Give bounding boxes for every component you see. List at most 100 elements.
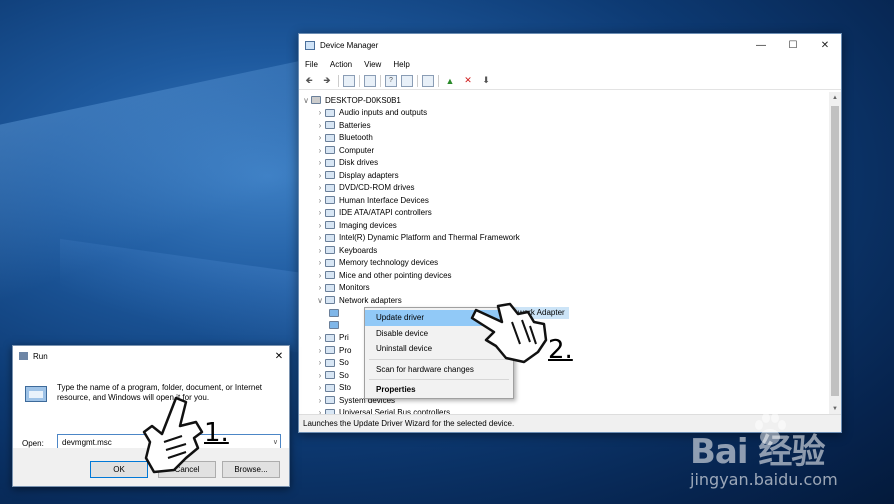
device-category-icon (325, 121, 335, 130)
step-two-label: 2. (548, 335, 573, 365)
maximize-button[interactable]: ☐ (777, 34, 809, 56)
menu-properties[interactable]: Properties (365, 382, 513, 398)
tree-category-label: Keyboards (339, 245, 378, 255)
run-close-button[interactable]: ✕ (269, 351, 289, 362)
menu-action[interactable]: Action (330, 60, 352, 69)
tree-category[interactable]: › So (315, 357, 349, 370)
expand-chevron-icon[interactable]: › (315, 196, 325, 205)
device-category-icon (325, 183, 335, 192)
device-category-icon (325, 108, 335, 117)
tree-category[interactable]: › DVD/CD-ROM drives (315, 182, 415, 195)
vertical-scrollbar[interactable]: ▲ ▼ (829, 92, 841, 415)
tree-category-label: Intel(R) Dynamic Platform and Thermal Fr… (339, 233, 520, 243)
tree-category[interactable]: ∨ Network adapters (315, 294, 402, 307)
collapse-chevron-icon[interactable]: ∨ (315, 296, 325, 305)
window-title: Device Manager (320, 40, 379, 50)
tree-category[interactable]: › Bluetooth (315, 132, 373, 145)
device-category-icon (325, 396, 335, 405)
tree-category[interactable]: › Pri (315, 332, 349, 345)
expand-chevron-icon[interactable]: › (315, 221, 325, 230)
menu-help[interactable]: Help (393, 60, 409, 69)
tree-category[interactable]: › So (315, 369, 349, 382)
minimize-button[interactable]: — (745, 34, 777, 56)
tree-category-label: Mice and other pointing devices (339, 270, 452, 280)
title-bar[interactable]: Device Manager — ☐ ✕ (299, 34, 841, 56)
tree-category[interactable]: › Sto (315, 382, 351, 395)
tree-category[interactable]: › Display adapters (315, 169, 399, 182)
device-category-icon (325, 246, 335, 255)
tree-category-label: Imaging devices (339, 220, 397, 230)
uninstall-x-icon[interactable]: ✕ (461, 74, 475, 88)
expand-chevron-icon[interactable]: › (315, 371, 325, 380)
browse-button[interactable]: Browse... (222, 461, 280, 478)
tree-category[interactable]: › Imaging devices (315, 219, 397, 232)
expand-chevron-icon[interactable]: › (315, 383, 325, 392)
network-adapter-icon (329, 321, 339, 330)
view-icon[interactable] (401, 74, 413, 87)
tree-category-label: Sto (339, 383, 352, 393)
tree-category[interactable]: › Pro (315, 344, 352, 357)
expand-chevron-icon[interactable]: › (315, 396, 325, 405)
network-adapter-item[interactable] (329, 319, 343, 332)
show-hide-tree-icon[interactable] (343, 74, 355, 87)
properties-icon[interactable] (364, 74, 376, 87)
tree-category[interactable]: › Disk drives (315, 157, 378, 170)
enable-device-icon[interactable]: ⬇ (479, 74, 493, 88)
tree-category[interactable]: › Audio inputs and outputs (315, 107, 427, 120)
tree-category[interactable]: › Monitors (315, 282, 370, 295)
step-one-label: 1. (204, 418, 229, 448)
menu-separator (369, 379, 509, 380)
scan-monitor-icon[interactable] (422, 74, 434, 87)
expand-chevron-icon[interactable]: › (315, 271, 325, 280)
tree-root-label: DESKTOP-D0KS0B1 (325, 95, 401, 105)
help-icon[interactable]: ? (385, 74, 397, 87)
scroll-up-icon[interactable]: ▲ (829, 92, 841, 104)
collapse-chevron-icon[interactable]: ∨ (301, 96, 311, 105)
tree-root[interactable]: ∨ DESKTOP-D0KS0B1 (301, 94, 401, 107)
open-input-value: devmgmt.msc (62, 438, 112, 447)
run-program-icon (25, 386, 47, 402)
menu-file[interactable]: File (305, 60, 318, 69)
expand-chevron-icon[interactable]: › (315, 246, 325, 255)
toolbar: 🡸 🡺 ? ▲ ✕ ⬇ (299, 72, 841, 90)
expand-chevron-icon[interactable]: › (315, 258, 325, 267)
network-adapter-icon (329, 308, 339, 317)
expand-chevron-icon[interactable]: › (315, 233, 325, 242)
expand-chevron-icon[interactable]: › (315, 208, 325, 217)
tree-category-label: Audio inputs and outputs (339, 108, 428, 118)
run-title-bar[interactable]: Run ✕ (13, 346, 289, 366)
expand-chevron-icon[interactable]: › (315, 121, 325, 130)
tree-category[interactable]: › Intel(R) Dynamic Platform and Thermal F… (315, 232, 520, 245)
menu-view[interactable]: View (364, 60, 381, 69)
expand-chevron-icon[interactable]: › (315, 171, 325, 180)
expand-chevron-icon[interactable]: › (315, 146, 325, 155)
tree-category-label: So (339, 370, 349, 380)
forward-arrow-icon[interactable]: 🡺 (320, 74, 334, 88)
device-category-icon (325, 171, 335, 180)
expand-chevron-icon[interactable]: › (315, 158, 325, 167)
expand-chevron-icon[interactable]: › (315, 333, 325, 342)
back-arrow-icon[interactable]: 🡸 (302, 74, 316, 88)
toolbar-separator (338, 74, 339, 87)
expand-chevron-icon[interactable]: › (315, 346, 325, 355)
tree-category[interactable]: › Computer (315, 144, 374, 157)
tree-category[interactable]: › Batteries (315, 119, 371, 132)
tree-category-label: Human Interface Devices (339, 195, 429, 205)
tree-category-label: Network adapters (339, 295, 402, 305)
tree-category[interactable]: › IDE ATA/ATAPI controllers (315, 207, 432, 220)
scroll-thumb[interactable] (831, 106, 839, 396)
network-adapter-item[interactable] (329, 307, 343, 320)
tree-category[interactable]: › Keyboards (315, 244, 378, 257)
device-category-icon (325, 233, 335, 242)
expand-chevron-icon[interactable]: › (315, 108, 325, 117)
tree-category[interactable]: › Mice and other pointing devices (315, 269, 452, 282)
tree-category[interactable]: › Memory technology devices (315, 257, 439, 270)
watermark-url: jingyan.baidu.com (690, 470, 838, 489)
close-button[interactable]: ✕ (809, 34, 841, 56)
update-driver-icon[interactable]: ▲ (443, 74, 457, 88)
expand-chevron-icon[interactable]: › (315, 283, 325, 292)
expand-chevron-icon[interactable]: › (315, 183, 325, 192)
expand-chevron-icon[interactable]: › (315, 358, 325, 367)
tree-category[interactable]: › Human Interface Devices (315, 194, 429, 207)
expand-chevron-icon[interactable]: › (315, 133, 325, 142)
